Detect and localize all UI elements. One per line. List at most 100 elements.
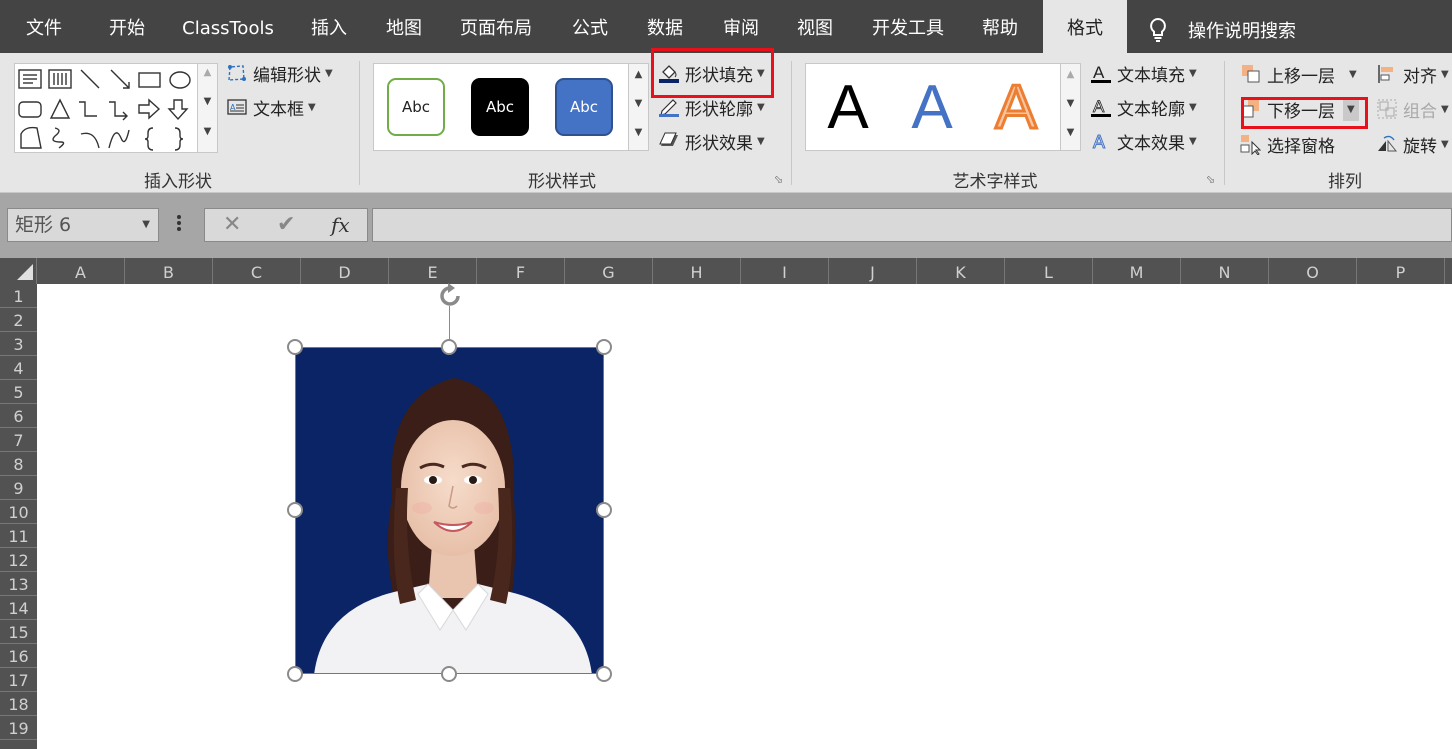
row-header-8[interactable]: 8 xyxy=(0,452,37,476)
resize-handle-top-right[interactable] xyxy=(596,339,612,355)
tab-developer[interactable]: 开发工具 xyxy=(862,0,954,53)
selected-photo-shape[interactable] xyxy=(295,347,604,674)
styles-more-button[interactable]: ▼ xyxy=(629,127,648,138)
column-header-n[interactable]: N xyxy=(1181,258,1269,284)
styles-scroll-up-button[interactable]: ▲ xyxy=(629,69,648,80)
text-box-button[interactable]: A 文本框 ▼ xyxy=(226,94,316,120)
wordart-scroll-up-button[interactable]: ▲ xyxy=(1061,69,1080,80)
wordart-style-black[interactable]: A xyxy=(812,71,884,143)
more-options-icon[interactable] xyxy=(176,213,182,237)
shape-effects-button[interactable]: 形状效果 ▼ xyxy=(658,128,765,154)
wordart-dialog-launcher-icon[interactable]: ⬂ xyxy=(1206,174,1217,185)
resize-handle-bottom[interactable] xyxy=(441,666,457,682)
tab-view[interactable]: 视图 xyxy=(782,0,848,53)
tab-file[interactable]: 文件 xyxy=(10,0,78,53)
styles-scroll-down-button[interactable]: ▼ xyxy=(629,98,648,109)
name-box[interactable]: 矩形 6 ▼ xyxy=(7,208,159,242)
tab-page-layout[interactable]: 页面布局 xyxy=(450,0,542,53)
group-button[interactable]: 组合 ▼ xyxy=(1376,96,1449,122)
select-all-button[interactable] xyxy=(0,258,37,284)
row-headers: 1 2 3 4 5 6 7 8 9 10 11 12 13 14 15 16 17 18 19 xyxy=(0,284,37,749)
column-header-g[interactable]: G xyxy=(565,258,653,284)
select-all-triangle-icon xyxy=(17,264,33,280)
text-effects-button[interactable]: A 文本效果 ▼ xyxy=(1090,128,1197,154)
column-header-h[interactable]: H xyxy=(653,258,741,284)
row-header-3[interactable]: 3 xyxy=(0,332,37,356)
column-header-m[interactable]: M xyxy=(1093,258,1181,284)
row-header-2[interactable]: 2 xyxy=(0,308,37,332)
row-header-9[interactable]: 9 xyxy=(0,476,37,500)
chevron-down-icon[interactable]: ▼ xyxy=(142,209,150,241)
resize-handle-left[interactable] xyxy=(287,502,303,518)
shapes-scroll-up-button[interactable]: ▲ xyxy=(198,67,217,78)
selection-pane-button[interactable]: 选择窗格 xyxy=(1240,131,1335,157)
tab-formulas[interactable]: 公式 xyxy=(558,0,622,53)
rotate-button[interactable]: 旋转 ▼ xyxy=(1376,131,1449,157)
row-header-6[interactable]: 6 xyxy=(0,404,37,428)
column-header-d[interactable]: D xyxy=(301,258,389,284)
bring-forward-button[interactable]: 上移一层 ▼ xyxy=(1240,61,1357,87)
shape-style-outline-green[interactable]: Abc xyxy=(380,71,452,143)
tab-help[interactable]: 帮助 xyxy=(968,0,1032,53)
row-header-7[interactable]: 7 xyxy=(0,428,37,452)
insert-function-icon[interactable]: fx xyxy=(331,209,350,241)
tab-review[interactable]: 审阅 xyxy=(708,0,774,53)
tell-me-search[interactable]: 操作说明搜索 xyxy=(1146,0,1296,53)
shapes-more-button[interactable]: ▼ xyxy=(198,126,217,137)
column-header-j[interactable]: J xyxy=(829,258,917,284)
tab-home[interactable]: 开始 xyxy=(92,0,162,53)
row-header-16[interactable]: 16 xyxy=(0,644,37,668)
worksheet-grid[interactable] xyxy=(37,284,1452,749)
align-button[interactable]: 对齐 ▼ xyxy=(1376,61,1449,87)
column-header-b[interactable]: B xyxy=(125,258,213,284)
cancel-icon[interactable]: ✕ xyxy=(223,209,241,241)
column-header-l[interactable]: L xyxy=(1005,258,1093,284)
row-header-14[interactable]: 14 xyxy=(0,596,37,620)
row-header-5[interactable]: 5 xyxy=(0,380,37,404)
row-header-12[interactable]: 12 xyxy=(0,548,37,572)
column-header-c[interactable]: C xyxy=(213,258,301,284)
resize-handle-top-left[interactable] xyxy=(287,339,303,355)
tab-format[interactable]: 格式 xyxy=(1043,0,1127,53)
scribble-shape-icon xyxy=(52,127,65,149)
enter-icon[interactable]: ✔ xyxy=(277,209,295,241)
row-header-11[interactable]: 11 xyxy=(0,524,37,548)
row-header-4[interactable]: 4 xyxy=(0,356,37,380)
shape-style-black-fill[interactable]: Abc xyxy=(464,71,536,143)
formula-input[interactable] xyxy=(372,208,1452,242)
row-header-15[interactable]: 15 xyxy=(0,620,37,644)
row-header-13[interactable]: 13 xyxy=(0,572,37,596)
tab-insert[interactable]: 插入 xyxy=(296,0,362,53)
row-header-19[interactable]: 19 xyxy=(0,716,37,740)
shape-styles-dialog-launcher-icon[interactable]: ⬂ xyxy=(774,174,785,185)
resize-handle-top[interactable] xyxy=(441,339,457,355)
column-header-f[interactable]: F xyxy=(477,258,565,284)
column-header-p[interactable]: P xyxy=(1357,258,1445,284)
resize-handle-bottom-left[interactable] xyxy=(287,666,303,682)
wordart-more-button[interactable]: ▼ xyxy=(1061,127,1080,138)
wordart-style-blue[interactable]: A xyxy=(896,71,968,143)
resize-handle-right[interactable] xyxy=(596,502,612,518)
column-header-o[interactable]: O xyxy=(1269,258,1357,284)
column-header-e[interactable]: E xyxy=(389,258,477,284)
row-header-18[interactable]: 18 xyxy=(0,692,37,716)
tab-data[interactable]: 数据 xyxy=(632,0,698,53)
row-header-1[interactable]: 1 xyxy=(0,284,37,308)
tab-classtools[interactable]: ClassTools xyxy=(176,0,280,53)
wordart-scroll-down-button[interactable]: ▼ xyxy=(1061,98,1080,109)
edit-shape-button[interactable]: 编辑形状 ▼ xyxy=(226,60,333,86)
svg-text:A: A xyxy=(1093,97,1105,116)
wordart-style-orange-outline[interactable]: A xyxy=(980,71,1052,143)
row-header-10[interactable]: 10 xyxy=(0,500,37,524)
shape-style-blue-fill[interactable]: Abc xyxy=(548,71,620,143)
tab-map[interactable]: 地图 xyxy=(372,0,436,53)
shapes-scroll-down-button[interactable]: ▼ xyxy=(198,96,217,107)
column-header-i[interactable]: I xyxy=(741,258,829,284)
column-header-k[interactable]: K xyxy=(917,258,1005,284)
resize-handle-bottom-right[interactable] xyxy=(596,666,612,682)
text-outline-button[interactable]: A 文本轮廓 ▼ xyxy=(1090,94,1197,120)
rotate-handle-icon[interactable] xyxy=(436,282,464,310)
column-header-a[interactable]: A xyxy=(37,258,125,284)
text-fill-button[interactable]: A 文本填充 ▼ xyxy=(1090,60,1197,86)
row-header-17[interactable]: 17 xyxy=(0,668,37,692)
